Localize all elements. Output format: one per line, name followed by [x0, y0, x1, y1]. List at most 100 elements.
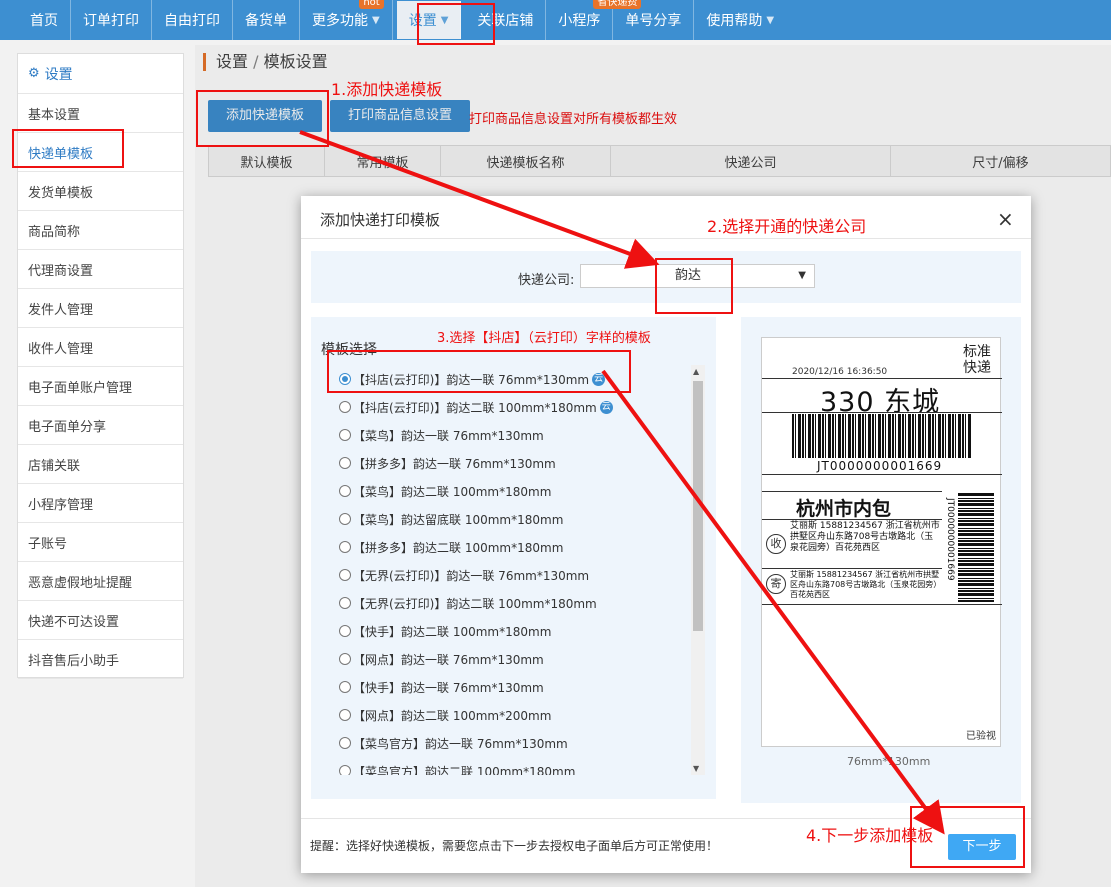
template-option[interactable]: 【抖店(云打印)】韵达一联 76mm*130mm 云 [339, 365, 691, 393]
divider [762, 491, 942, 492]
template-list-panel: 模板选择 【抖店(云打印)】韵达一联 76mm*130mm 云 【抖店(云打印)】… [311, 317, 716, 799]
company-select-value: 韵达 [675, 268, 702, 283]
nav-help[interactable]: 使用帮助 ▼ [694, 0, 786, 40]
template-option[interactable]: 【快手】韵达二联 100mm*180mm [339, 617, 691, 645]
radio-icon[interactable] [339, 569, 351, 581]
sidebar-item-receiver[interactable]: 收件人管理 [18, 328, 183, 367]
template-option[interactable]: 【无界(云打印)】韵达一联 76mm*130mm [339, 561, 691, 589]
hot-badge: hot [359, 0, 384, 9]
sidebar-item-product-alias[interactable]: 商品简称 [18, 211, 183, 250]
radio-icon[interactable] [339, 765, 351, 775]
chevron-down-icon: ▼ [766, 14, 775, 26]
scroll-down-icon[interactable]: ▼ [693, 764, 699, 773]
option-label: 【拼多多】韵达一联 76mm*130mm [353, 456, 556, 471]
standard-express-mark: 标准快递 [963, 344, 991, 376]
sidebar-item-basic[interactable]: 基本设置 [18, 94, 183, 133]
sidebar-item-mini-program[interactable]: 小程序管理 [18, 484, 183, 523]
nav-label: 使用帮助 [706, 13, 763, 29]
close-icon[interactable]: × [997, 207, 1014, 231]
sidebar-item-express-template[interactable]: 快递单模板 [18, 133, 183, 172]
template-option[interactable]: 【拼多多】韵达一联 76mm*130mm [339, 449, 691, 477]
radio-icon[interactable] [339, 485, 351, 497]
chevron-down-icon: ▼ [440, 14, 449, 26]
template-option[interactable]: 【无界(云打印)】韵达二联 100mm*180mm [339, 589, 691, 617]
radio-icon[interactable] [339, 513, 351, 525]
nav-label: 备货单 [245, 13, 287, 29]
radio-icon[interactable] [339, 401, 351, 413]
radio-icon[interactable] [339, 597, 351, 609]
sidebar-item-after-sales[interactable]: 抖音售后小助手 [18, 640, 183, 679]
template-option[interactable]: 【抖店(云打印)】韵达二联 100mm*180mm 云 [339, 393, 691, 421]
company-select[interactable]: 韵达 ▼ [580, 264, 815, 288]
radio-icon[interactable] [339, 457, 351, 469]
sidebar-item-shipping-template[interactable]: 发货单模板 [18, 172, 183, 211]
add-template-dialog: 添加快递打印模板 × 快递公司: 韵达 ▼ 模板选择 【抖店(云打印)】韵达一联… [301, 196, 1031, 873]
sidebar-title: ⚙ 设置 [18, 54, 183, 94]
sidebar-item-shop-link[interactable]: 店铺关联 [18, 445, 183, 484]
option-label: 【网点】韵达一联 76mm*130mm [353, 652, 544, 667]
template-option[interactable]: 【网点】韵达一联 76mm*130mm [339, 645, 691, 673]
annotation-step-3: 3.选择【抖店】（云打印）字样的模板 [437, 331, 651, 346]
sidebar-title-label: 设置 [44, 66, 73, 83]
sidebar-item-agent[interactable]: 代理商设置 [18, 250, 183, 289]
radio-selected-icon[interactable] [339, 373, 351, 385]
nav-more-features[interactable]: 更多功能 ▼ hot [300, 0, 393, 40]
option-label: 【拼多多】韵达二联 100mm*180mm [353, 540, 564, 555]
template-option[interactable]: 【菜鸟官方】韵达一联 76mm*130mm [339, 729, 691, 757]
nav-stock-list[interactable]: 备货单 [233, 0, 300, 40]
radio-icon[interactable] [339, 541, 351, 553]
radio-icon[interactable] [339, 681, 351, 693]
dropdown-arrow-icon: ▼ [798, 270, 806, 281]
radio-icon[interactable] [339, 429, 351, 441]
preview-date: 2020/12/16 16:36:50 [792, 367, 888, 377]
sidebar-item-waybill-account[interactable]: 电子面单账户管理 [18, 367, 183, 406]
template-option[interactable]: 【菜鸟】韵达二联 100mm*180mm [339, 477, 691, 505]
radio-icon[interactable] [339, 625, 351, 637]
option-label: 【菜鸟官方】韵达一联 76mm*130mm [353, 736, 568, 751]
barcode-image [792, 414, 972, 458]
divider [762, 378, 1002, 379]
option-label: 【菜鸟】韵达二联 100mm*180mm [353, 484, 552, 499]
divider [762, 474, 1002, 475]
inspected-mark: 已验视 [966, 731, 996, 742]
nav-tracking-share[interactable]: 单号分享 省快递费 [593, 0, 695, 40]
nav-order-print[interactable]: 订单打印 [71, 0, 152, 40]
nav-free-print[interactable]: 自由打印 [152, 0, 233, 40]
waybill-preview: 标准快递 2020/12/16 16:36:50 330 东城 JT000000… [761, 337, 1002, 747]
template-option[interactable]: 【菜鸟】韵达一联 76mm*130mm [339, 421, 691, 449]
sidebar-item-fake-address[interactable]: 恶意虚假地址提醒 [18, 562, 183, 601]
nav-settings[interactable]: 设置 ▼ [396, 1, 462, 39]
sidebar-item-sender[interactable]: 发件人管理 [18, 289, 183, 328]
divider [301, 238, 1031, 239]
nav-linked-shops[interactable]: 关联店铺 [465, 0, 547, 40]
nav-home[interactable]: 首页 [18, 0, 71, 40]
template-option[interactable]: 【菜鸟官方】韵达二联 100mm*180mm [339, 757, 691, 775]
nav-label: 首页 [30, 13, 58, 29]
template-option[interactable]: 【快手】韵达一联 76mm*130mm [339, 673, 691, 701]
receiver-address: 艾丽斯 15881234567 浙江省杭州市拱墅区舟山东路708号古墩路北（玉泉… [790, 521, 940, 553]
company-row: 快递公司: 韵达 ▼ [311, 251, 1021, 303]
radio-icon[interactable] [339, 653, 351, 665]
option-label: 【菜鸟】韵达留底联 100mm*180mm [353, 512, 564, 527]
save-badge: 省快递费 [593, 0, 642, 9]
sidebar-item-sub-account[interactable]: 子账号 [18, 523, 183, 562]
divider [762, 604, 1002, 605]
sidebar-item-unreachable[interactable]: 快递不可达设置 [18, 601, 183, 640]
template-option[interactable]: 【拼多多】韵达二联 100mm*180mm [339, 533, 691, 561]
nav-label: 更多功能 [312, 13, 368, 29]
option-label: 【抖店(云打印)】韵达二联 100mm*180mm [353, 400, 597, 415]
vertical-barcode-image [958, 492, 994, 602]
nav-label: 自由打印 [164, 13, 220, 29]
template-option[interactable]: 【网点】韵达二联 100mm*200mm [339, 701, 691, 729]
settings-sidebar: ⚙ 设置 基本设置 快递单模板 发货单模板 商品简称 代理商设置 发件人管理 收件… [17, 53, 184, 679]
radio-icon[interactable] [339, 709, 351, 721]
scroll-up-icon[interactable]: ▲ [693, 367, 699, 376]
send-mark: 寄 [766, 574, 786, 594]
annotation-step-4: 4.下一步添加模板 [806, 826, 934, 845]
next-step-button[interactable]: 下一步 [948, 834, 1016, 860]
template-option[interactable]: 【菜鸟】韵达留底联 100mm*180mm [339, 505, 691, 533]
radio-icon[interactable] [339, 737, 351, 749]
scroll-thumb[interactable] [693, 381, 703, 631]
list-scrollbar[interactable]: ▲ ▼ [691, 365, 705, 775]
sidebar-item-waybill-share[interactable]: 电子面单分享 [18, 406, 183, 445]
